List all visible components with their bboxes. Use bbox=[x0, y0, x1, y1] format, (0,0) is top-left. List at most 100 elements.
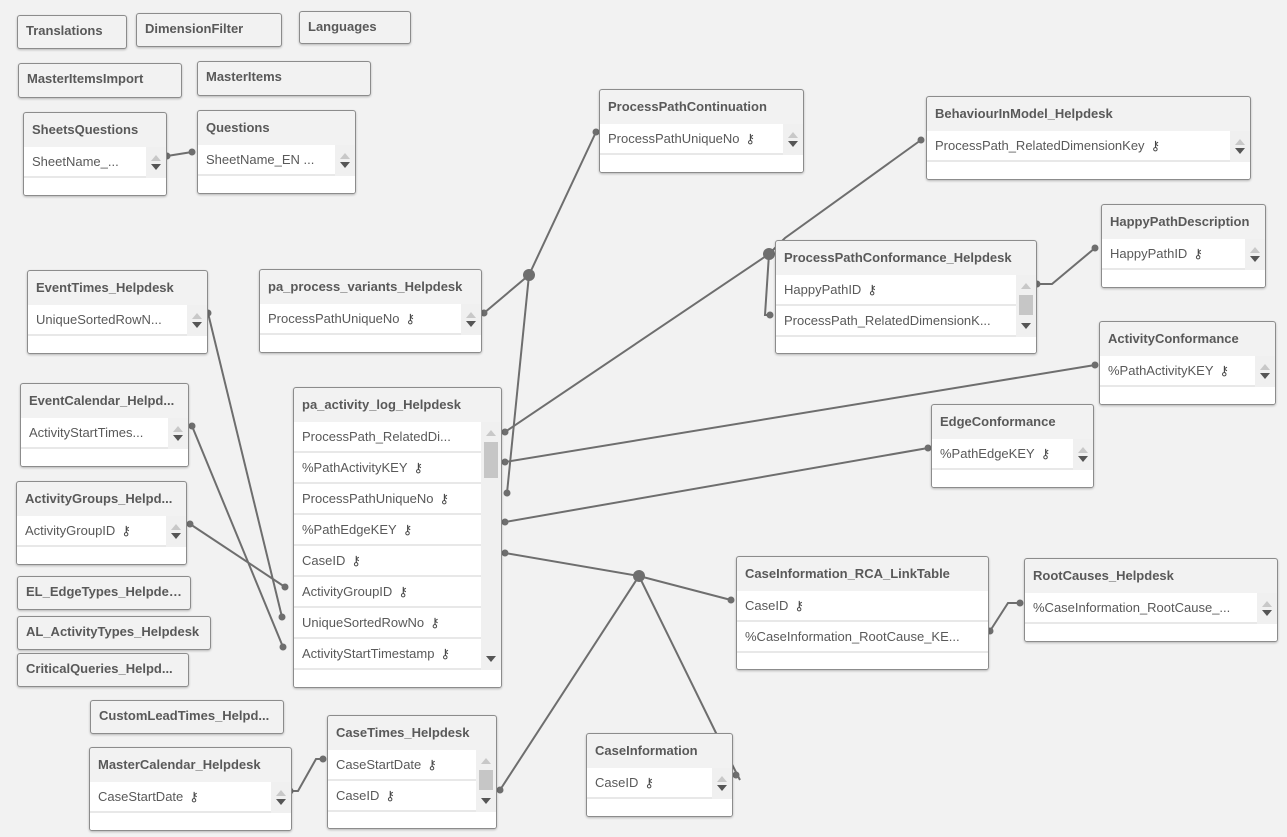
scroll-up-icon[interactable] bbox=[151, 155, 161, 161]
field-row[interactable]: ProcessPathUniqueNo ⚷ bbox=[600, 124, 783, 155]
scrollbar[interactable] bbox=[271, 782, 291, 813]
table-activityconformance[interactable]: ActivityConformance %PathActivityKEY ⚷ bbox=[1099, 321, 1276, 405]
table-sheetsquestions[interactable]: SheetsQuestions SheetName_... bbox=[23, 112, 167, 196]
scrollbar[interactable] bbox=[476, 750, 496, 812]
scroll-down-icon[interactable] bbox=[173, 435, 183, 441]
table-rootcauses[interactable]: RootCauses_Helpdesk %CaseInformation_Root… bbox=[1024, 558, 1278, 642]
table-eventcalendar[interactable]: EventCalendar_Helpd... ActivityStartTimes… bbox=[20, 383, 189, 467]
scrollbar[interactable] bbox=[1073, 439, 1093, 470]
field-row[interactable]: %CaseInformation_RootCause_... bbox=[1025, 593, 1257, 624]
scroll-up-icon[interactable] bbox=[192, 313, 202, 319]
scroll-down-icon[interactable] bbox=[1078, 456, 1088, 462]
scroll-down-icon[interactable] bbox=[486, 656, 496, 662]
scroll-up-icon[interactable] bbox=[717, 776, 727, 782]
field-row[interactable]: CaseID ⚷ bbox=[328, 781, 476, 812]
scroll-up-icon[interactable] bbox=[788, 132, 798, 138]
table-activitytypes[interactable]: AL_ActivityTypes_Helpdesk bbox=[17, 616, 211, 650]
field-row[interactable]: CaseStartDate ⚷ bbox=[328, 750, 476, 781]
scroll-up-icon[interactable] bbox=[486, 430, 496, 436]
field-row[interactable]: UniqueSortedRowN... bbox=[28, 305, 187, 336]
table-activitygroups[interactable]: ActivityGroups_Helpd... ActivityGroupID ⚷ bbox=[16, 481, 187, 565]
scrollbar[interactable] bbox=[166, 516, 186, 547]
table-processpathconformance[interactable]: ProcessPathConformance_Helpdesk HappyPath… bbox=[775, 240, 1037, 354]
scroll-up-icon[interactable] bbox=[1021, 283, 1031, 289]
table-caseinformation[interactable]: CaseInformation CaseID ⚷ bbox=[586, 733, 733, 817]
scrollbar[interactable] bbox=[481, 422, 501, 670]
scrollbar[interactable] bbox=[146, 147, 166, 178]
scroll-down-icon[interactable] bbox=[192, 322, 202, 328]
scroll-up-icon[interactable] bbox=[340, 153, 350, 159]
scroll-up-icon[interactable] bbox=[173, 426, 183, 432]
field-row[interactable]: %CaseInformation_RootCause_KE... bbox=[737, 622, 988, 653]
field-row[interactable]: ActivityGroupID ⚷ bbox=[17, 516, 166, 547]
scroll-down-icon[interactable] bbox=[1235, 148, 1245, 154]
field-row[interactable]: %PathActivityKEY ⚷ bbox=[294, 453, 481, 484]
scrollbar[interactable] bbox=[1255, 356, 1275, 387]
field-row[interactable]: ProcessPath_RelatedDimensionK... bbox=[776, 306, 1016, 337]
scroll-down-icon[interactable] bbox=[171, 533, 181, 539]
scroll-down-icon[interactable] bbox=[1262, 610, 1272, 616]
field-row[interactable]: CaseID ⚷ bbox=[294, 546, 481, 577]
scroll-thumb[interactable] bbox=[1019, 295, 1033, 315]
scroll-down-icon[interactable] bbox=[1260, 373, 1270, 379]
table-masteritems[interactable]: MasterItems bbox=[197, 61, 371, 96]
field-row[interactable]: %PathEdgeKEY ⚷ bbox=[294, 515, 481, 546]
field-row[interactable]: ProcessPathUniqueNo ⚷ bbox=[294, 484, 481, 515]
scroll-down-icon[interactable] bbox=[1250, 256, 1260, 262]
scroll-up-icon[interactable] bbox=[481, 758, 491, 764]
field-row[interactable]: UniqueSortedRowNo ⚷ bbox=[294, 608, 481, 639]
field-row[interactable]: ProcessPath_RelatedDi... bbox=[294, 422, 481, 453]
scroll-down-icon[interactable] bbox=[276, 799, 286, 805]
scroll-up-icon[interactable] bbox=[1078, 447, 1088, 453]
table-edgeconformance[interactable]: EdgeConformance %PathEdgeKEY ⚷ bbox=[931, 404, 1094, 488]
scrollbar[interactable] bbox=[1016, 275, 1036, 337]
table-rcalinktable[interactable]: CaseInformation_RCA_LinkTable CaseID ⚷ %Cas… bbox=[736, 556, 989, 670]
table-eventtimes[interactable]: EventTimes_Helpdesk UniqueSortedRowN... bbox=[27, 270, 208, 354]
scroll-down-icon[interactable] bbox=[717, 785, 727, 791]
scrollbar[interactable] bbox=[187, 305, 207, 336]
scrollbar[interactable] bbox=[335, 145, 355, 176]
field-row[interactable]: SheetName_EN ... bbox=[198, 145, 335, 176]
table-happypathdescription[interactable]: HappyPathDescription HappyPathID ⚷ bbox=[1101, 204, 1266, 288]
scrollbar[interactable] bbox=[168, 418, 188, 449]
scroll-up-icon[interactable] bbox=[1250, 247, 1260, 253]
field-row[interactable]: CaseStartDate ⚷ bbox=[90, 782, 271, 813]
table-mastercalendar[interactable]: MasterCalendar_Helpdesk CaseStartDate ⚷ bbox=[89, 747, 292, 831]
scroll-down-icon[interactable] bbox=[1021, 323, 1031, 329]
scroll-up-icon[interactable] bbox=[171, 524, 181, 530]
scrollbar[interactable] bbox=[1230, 131, 1250, 162]
scroll-down-icon[interactable] bbox=[788, 141, 798, 147]
field-row[interactable]: SheetName_... bbox=[24, 147, 146, 178]
scroll-down-icon[interactable] bbox=[151, 164, 161, 170]
scroll-up-icon[interactable] bbox=[276, 790, 286, 796]
scrollbar[interactable] bbox=[1257, 593, 1277, 624]
table-translations[interactable]: Translations bbox=[17, 15, 127, 49]
field-row[interactable]: ActivityStartTimes... bbox=[21, 418, 168, 449]
field-row[interactable]: %PathEdgeKEY ⚷ bbox=[932, 439, 1073, 470]
field-row[interactable]: ActivityStartTimestamp ⚷ bbox=[294, 639, 481, 670]
table-dimensionfilter[interactable]: DimensionFilter bbox=[136, 13, 282, 47]
scroll-up-icon[interactable] bbox=[466, 312, 476, 318]
field-row[interactable]: HappyPathID ⚷ bbox=[1102, 239, 1245, 270]
scrollbar[interactable] bbox=[1245, 239, 1265, 270]
field-row[interactable]: CaseID ⚷ bbox=[737, 591, 988, 622]
table-masteritemsimport[interactable]: MasterItemsImport bbox=[18, 63, 182, 98]
table-questions[interactable]: Questions SheetName_EN ... bbox=[197, 110, 356, 194]
table-languages[interactable]: Languages bbox=[299, 11, 411, 44]
table-behaviourinmodel[interactable]: BehaviourInModel_Helpdesk ProcessPath_Rel… bbox=[926, 96, 1251, 180]
scroll-thumb[interactable] bbox=[479, 770, 493, 790]
scroll-up-icon[interactable] bbox=[1235, 139, 1245, 145]
table-processvariants[interactable]: pa_process_variants_Helpdesk ProcessPathU… bbox=[259, 269, 482, 353]
scroll-thumb[interactable] bbox=[484, 442, 498, 478]
scrollbar[interactable] bbox=[783, 124, 803, 155]
scroll-down-icon[interactable] bbox=[481, 798, 491, 804]
field-row[interactable]: ProcessPath_RelatedDimensionKey ⚷ bbox=[927, 131, 1230, 162]
scrollbar[interactable] bbox=[712, 768, 732, 799]
scrollbar[interactable] bbox=[461, 304, 481, 335]
scroll-up-icon[interactable] bbox=[1262, 601, 1272, 607]
table-edgetypes[interactable]: EL_EdgeTypes_Helpdesk bbox=[17, 576, 191, 610]
field-row[interactable]: %PathActivityKEY ⚷ bbox=[1100, 356, 1255, 387]
field-row[interactable]: ProcessPathUniqueNo ⚷ bbox=[260, 304, 461, 335]
field-row[interactable]: CaseID ⚷ bbox=[587, 768, 712, 799]
scroll-down-icon[interactable] bbox=[340, 162, 350, 168]
